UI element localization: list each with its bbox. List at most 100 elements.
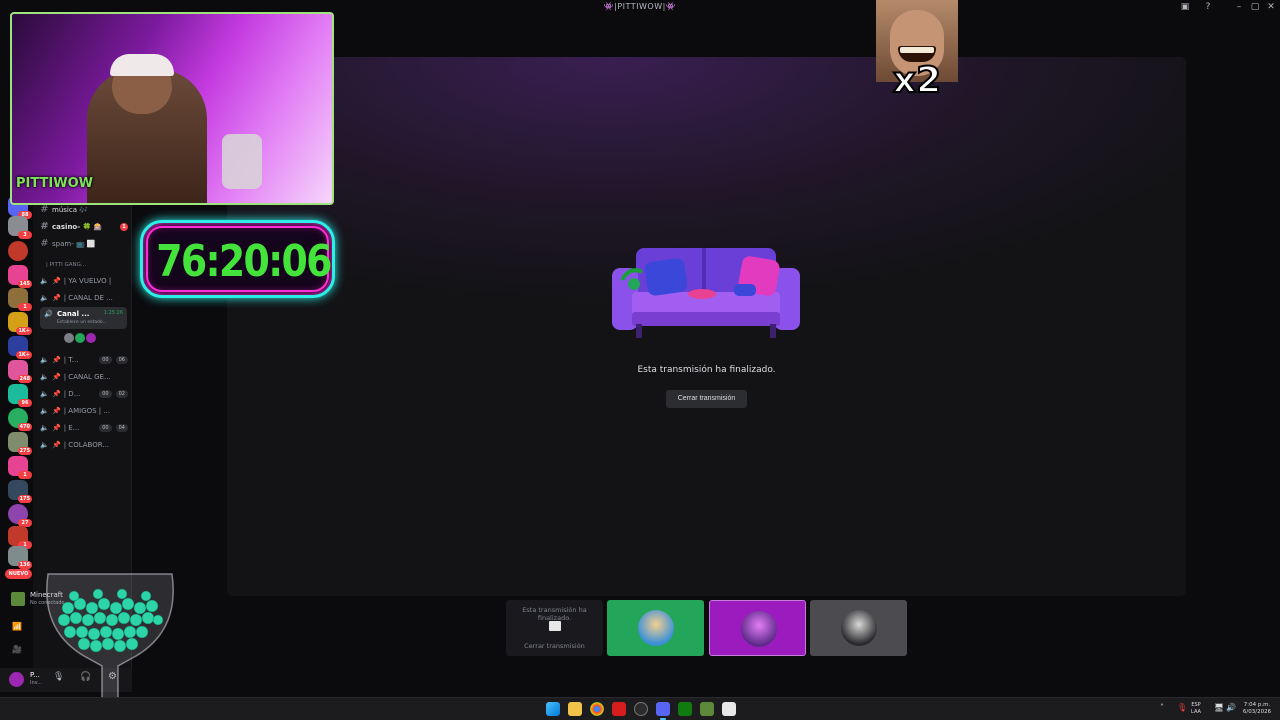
pin-icon: 📌 — [52, 293, 61, 302]
cam-watermark: PITTIWOW — [16, 176, 93, 191]
server-icon[interactable]: 136 — [8, 546, 32, 569]
close-stream-button[interactable]: Cerrar transmisión — [666, 390, 747, 408]
signal-icon[interactable]: 📶 — [12, 622, 22, 631]
xbox-icon[interactable] — [678, 702, 692, 716]
server-icon[interactable]: 1K+ — [8, 312, 32, 335]
hash-icon: # — [40, 238, 49, 249]
speaker-icon: 🔈 — [40, 293, 49, 302]
voice-channel[interactable]: 🔈 📌 | COLABOR... — [40, 437, 128, 452]
hash-icon: # — [40, 221, 49, 232]
active-voice-channel[interactable]: 🔊 Canal ... 1:25:26 Establece un estado.… — [40, 307, 127, 329]
server-icon[interactable]: 1 — [8, 288, 32, 311]
server-badge: 1K+ — [16, 351, 32, 359]
speaker-icon: 🔊 — [44, 310, 53, 318]
voice-channel[interactable]: 🔈 📌 | AMIGOS | ... — [40, 403, 128, 418]
file-explorer-icon[interactable] — [568, 702, 582, 716]
obs-icon[interactable] — [634, 702, 648, 716]
webcam-overlay: PITTIWOW — [10, 12, 334, 205]
server-icon[interactable]: 248 — [8, 360, 32, 383]
channel-label: casino- 🍀 🎰 — [52, 222, 103, 231]
channel-label: | E... — [63, 423, 80, 432]
tile-close-button[interactable]: Cerrar transmisión — [506, 642, 603, 650]
user-count: 00 — [99, 389, 112, 398]
channel-spam[interactable]: # spam- 📺 ⬜ — [40, 236, 128, 251]
glass-bowl-overlay — [46, 573, 174, 713]
server-icon[interactable]: 175 — [8, 480, 32, 503]
language-indicator[interactable]: ESP LAA — [1188, 702, 1204, 716]
server-badge: 3 — [18, 231, 32, 239]
inbox-icon[interactable]: ▣ — [1176, 2, 1194, 12]
new-badge: NUEVO — [5, 569, 32, 579]
pin-icon: 📌 — [52, 355, 61, 364]
volume-icon[interactable]: 🔊 — [1226, 703, 1236, 712]
user-count: 00 — [99, 355, 112, 364]
channel-casino[interactable]: # casino- 🍀 🎰 1 — [40, 219, 128, 234]
system-clock[interactable]: 7:04 p.m. 6/03/2026 — [1240, 702, 1274, 716]
avatar — [638, 610, 674, 646]
minecraft-icon — [11, 592, 25, 606]
server-icon[interactable] — [8, 241, 28, 261]
timer-text: 76:20:06 — [156, 236, 332, 287]
hash-icon: # — [40, 204, 49, 215]
windows-icon[interactable] — [546, 702, 560, 716]
server-icon[interactable]: 470 — [8, 408, 32, 431]
keyboard-layout: LAA — [1191, 709, 1201, 715]
server-badge: 248 — [17, 375, 32, 383]
server-icon[interactable]: 1K+ — [8, 336, 32, 359]
voice-channel[interactable]: 🔈 📌 | T... 00 06 — [40, 352, 128, 367]
avatar[interactable] — [75, 333, 85, 343]
server-badge: 470 — [17, 423, 32, 431]
server-icon[interactable]: 145 — [8, 265, 32, 288]
voice-channel[interactable]: 🔈 📌 | CANAL GE... — [40, 369, 128, 384]
chevron-up-icon[interactable]: ˄ — [1160, 703, 1164, 712]
voice-channel[interactable]: 🔈 📌 | YA VUELVO | — [40, 273, 128, 288]
server-icon[interactable]: 1 — [8, 456, 32, 479]
username: P... — [30, 671, 40, 679]
participant-tile[interactable] — [810, 600, 907, 656]
voice-channel[interactable]: 🔈 📌 | D... 00 02 — [40, 386, 128, 401]
channel-label: música 🎶 — [52, 205, 88, 214]
participant-tile[interactable] — [607, 600, 704, 656]
microphone-stand — [222, 134, 262, 189]
channel-label: | CANAL DE ... — [63, 293, 113, 302]
channel-label: | T... — [63, 355, 79, 364]
voice-channel[interactable]: 🔈 📌 | CANAL DE ... — [40, 290, 128, 305]
meme-teeth — [900, 47, 934, 53]
channel-label: | AMIGOS | ... — [63, 406, 111, 415]
minecraft-icon[interactable] — [700, 702, 714, 716]
participant-tile[interactable] — [709, 600, 806, 656]
voice-channel[interactable]: 🔈 📌 | E... 00 04 — [40, 420, 128, 435]
cap — [110, 54, 174, 76]
server-badge: 1K+ — [16, 327, 32, 335]
server-badge: 1 — [18, 471, 32, 479]
network-icon[interactable]: 🖥 — [1214, 703, 1224, 712]
category-header[interactable]: | PITTI GANG... — [46, 262, 86, 268]
server-icon[interactable]: 27 — [8, 504, 32, 527]
stream-ended-message: Esta transmisión ha finalizado. — [637, 365, 776, 375]
channel-status: Establece un estado... — [57, 320, 107, 325]
help-icon[interactable]: ? — [1199, 2, 1217, 12]
discord-icon[interactable] — [656, 702, 670, 716]
chrome-icon[interactable] — [590, 702, 604, 716]
close-button[interactable]: ✕ — [1262, 2, 1280, 12]
pin-icon: 📌 — [52, 423, 61, 432]
meme-caption: x2 — [892, 59, 942, 102]
avatar — [841, 610, 877, 646]
avatar[interactable] — [64, 333, 74, 343]
language-code: ESP — [1191, 702, 1201, 708]
server-icon[interactable]: 96 — [8, 384, 32, 407]
mention-badge: 1 — [120, 222, 128, 231]
server-icon[interactable]: 1 — [8, 526, 32, 549]
server-badge: 1 — [18, 303, 32, 311]
notepad-icon[interactable] — [722, 702, 736, 716]
server-icon[interactable]: 3 — [8, 216, 32, 239]
avatar[interactable] — [9, 672, 24, 687]
avatar[interactable] — [86, 333, 96, 343]
microphone-tray-icon[interactable]: 🎙 — [1177, 703, 1187, 712]
camera-off-icon[interactable]: 🎥 — [12, 645, 22, 654]
stream-tile[interactable]: Esta transmisión ha finalizado. Cerrar t… — [506, 600, 603, 656]
acrobat-icon[interactable] — [612, 702, 626, 716]
server-badge: 145 — [17, 280, 32, 288]
avatar — [741, 611, 777, 647]
server-icon[interactable]: 275 — [8, 432, 32, 455]
